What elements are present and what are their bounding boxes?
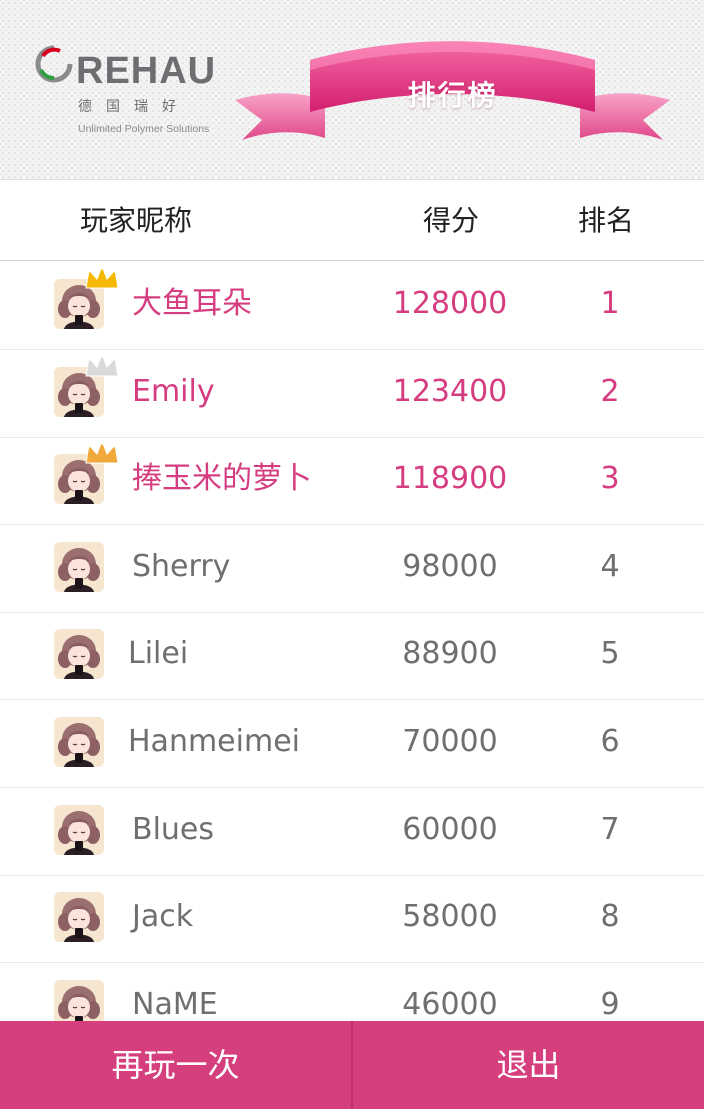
player-name: 捧玉米的萝卜 [132,461,312,496]
leaderboard-row-7: Blues 60000 7 [0,788,704,876]
player-rank: 8 [600,899,620,934]
girl-avatar-icon [54,980,104,1022]
player-name: Sherry [132,549,231,584]
column-header-name: 玩家昵称 [80,204,193,237]
rehau-logo-icon [35,45,73,83]
player-rank: 7 [600,812,620,847]
girl-avatar-icon [54,717,104,767]
replay-button[interactable]: 再玩一次 [0,1021,351,1109]
player-name: 大鱼耳朵 [132,286,252,321]
player-rank: 3 [600,461,620,496]
header: REHAU 德国瑞好 Unlimited Polymer Solutions 排… [0,0,704,180]
brand-cn: 德国瑞好 [78,99,190,115]
brand-name: REHAU [76,50,217,92]
player-rank: 2 [600,374,620,409]
player-rank: 6 [600,724,620,759]
leaderboard-row-8: Jack 58000 8 [0,875,704,963]
crown-icon [85,439,119,464]
column-header-score: 得分 [423,204,480,237]
leaderboard-row-3: 捧玉米的萝卜 118900 3 [0,437,704,525]
player-score: 88900 [402,636,498,671]
girl-avatar-icon [54,542,104,592]
player-score: 70000 [402,724,498,759]
page-title: 排行榜 [407,79,498,112]
player-name: Lilei [128,636,189,671]
player-rank: 9 [600,987,620,1022]
player-score: 118900 [392,461,508,496]
player-rank: 1 [600,286,620,321]
title-ribbon: 排行榜 [230,30,675,150]
player-rank: 5 [600,636,620,671]
column-header-rank: 排名 [578,204,635,237]
girl-avatar-icon [54,629,104,679]
leaderboard-row-4: Sherry 98000 4 [0,525,704,613]
player-score: 98000 [402,549,498,584]
girl-avatar-icon [54,892,104,942]
player-name: NaME [132,987,218,1022]
crown-icon [85,264,119,289]
player-name: Jack [132,899,194,934]
player-name: Blues [132,812,215,847]
exit-button[interactable]: 退出 [353,1021,704,1109]
player-name: Hanmeimei [128,724,300,759]
brand-tagline: Unlimited Polymer Solutions [78,123,210,135]
player-score: 58000 [402,899,498,934]
girl-avatar-icon [54,805,104,855]
player-score: 128000 [392,286,508,321]
player-rank: 4 [600,549,620,584]
leaderboard-row-2: Emily 123400 2 [0,350,704,438]
player-score: 60000 [402,812,498,847]
leaderboard-row-5: Lilei 88900 5 [0,612,704,700]
leaderboard-row-6: Hanmeimei 70000 6 [0,700,704,788]
player-score: 46000 [402,987,498,1022]
player-name: Emily [132,374,215,409]
player-score: 123400 [392,374,508,409]
leaderboard-row-1: 大鱼耳朵 128000 1 [0,262,704,350]
table-header: 玩家昵称 得分 排名 [0,181,704,261]
leaderboard-row-9: NaME 46000 9 [0,963,704,1022]
leaderboard-list[interactable]: 大鱼耳朵 128000 1 Emily 123400 2 捧玉米的萝卜 1189… [0,262,704,1022]
crown-icon [85,352,119,377]
rehau-logo: REHAU 德国瑞好 Unlimited Polymer Solutions [30,40,220,140]
footer-bar: 再玩一次 退出 [0,1021,704,1109]
